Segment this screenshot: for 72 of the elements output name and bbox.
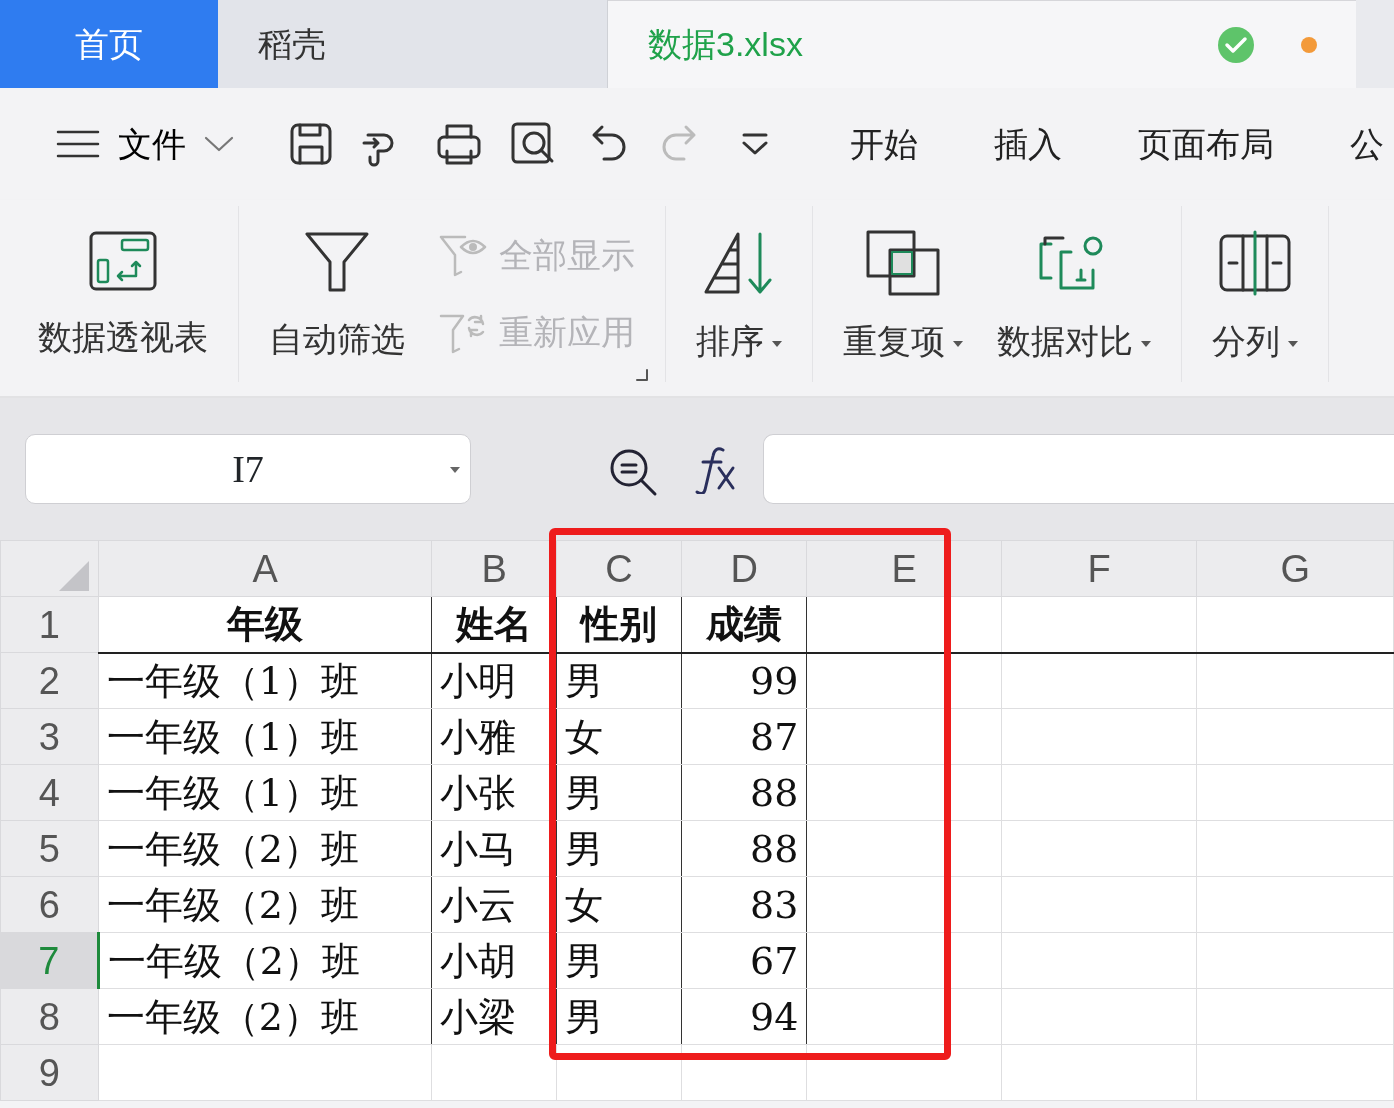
ribbon-button[interactable]: 数据对比 xyxy=(997,220,1151,382)
menu-tab[interactable]: 公 xyxy=(1312,118,1394,170)
table-cell: 94 xyxy=(681,988,807,1045)
menu-tab[interactable]: 页面布局 xyxy=(1100,118,1312,170)
table-cell: 男 xyxy=(556,932,682,989)
dialog-launcher-icon[interactable] xyxy=(635,368,649,382)
table-cell: 小云 xyxy=(431,876,557,933)
row-header[interactable]: 3 xyxy=(0,708,99,765)
row-header[interactable]: 4 xyxy=(0,764,99,821)
menu-tab[interactable]: 开始 xyxy=(812,118,956,170)
table-cell: 女 xyxy=(556,708,682,765)
split-columns-icon xyxy=(1219,230,1291,296)
column-header[interactable]: E xyxy=(806,540,1002,597)
column-header[interactable]: A xyxy=(98,540,432,597)
table-cell: 小梁 xyxy=(431,988,557,1045)
name-box[interactable]: I7 xyxy=(25,434,471,504)
table-cell: 男 xyxy=(556,764,682,821)
row-header[interactable]: 9 xyxy=(0,1044,99,1101)
row-header[interactable]: 1 xyxy=(0,596,99,653)
print-preview-icon[interactable] xyxy=(510,121,556,167)
ribbon-button[interactable]: 自动筛选 xyxy=(269,220,405,382)
table-cell: 88 xyxy=(681,820,807,877)
table-cell: 男 xyxy=(556,988,682,1045)
table-cell: 小马 xyxy=(431,820,557,877)
save-icon[interactable] xyxy=(288,121,334,167)
table-cell: 一年级（2）班 xyxy=(98,932,432,989)
table-cell: 一年级（2）班 xyxy=(98,876,432,933)
file-menu[interactable]: 文件 xyxy=(44,118,246,170)
table-cell: 87 xyxy=(681,708,807,765)
column-header[interactable]: B xyxy=(431,540,557,597)
ribbon-button[interactable]: 分列 xyxy=(1212,220,1298,382)
column-header[interactable]: F xyxy=(1001,540,1197,597)
row-header[interactable]: 5 xyxy=(0,820,99,877)
table-cell: 小雅 xyxy=(431,708,557,765)
column-header[interactable]: G xyxy=(1196,540,1394,597)
tab[interactable]: 稻壳 xyxy=(218,0,608,88)
row-header[interactable]: 8 xyxy=(0,988,99,1045)
ribbon-button[interactable]: 数据透视表 xyxy=(38,220,208,382)
column-header[interactable]: D xyxy=(681,540,807,597)
table-cell: 83 xyxy=(681,876,807,933)
ribbon-button[interactable]: 排序 xyxy=(696,220,782,382)
menu-icon xyxy=(56,129,100,159)
formula-input-field[interactable] xyxy=(763,434,1394,504)
row-header[interactable]: 2 xyxy=(0,652,99,709)
table-cell: 一年级（1）班 xyxy=(98,708,432,765)
ribbon-button[interactable]: 重复项 xyxy=(843,220,963,382)
column-header[interactable]: C xyxy=(556,540,682,597)
funnel-icon xyxy=(304,230,370,294)
table-cell: 一年级（1）班 xyxy=(98,764,432,821)
table-cell: 女 xyxy=(556,876,682,933)
table-cell: 成绩 xyxy=(681,596,807,653)
table-cell: 姓名 xyxy=(431,596,557,653)
table-cell: 一年级（1）班 xyxy=(98,652,432,709)
table-cell: 男 xyxy=(556,820,682,877)
sort-icon xyxy=(704,230,774,296)
table-cell: 年级 xyxy=(98,596,432,653)
table-cell: 小明 xyxy=(431,652,557,709)
row-header[interactable]: 6 xyxy=(0,876,99,933)
table-cell: 性别 xyxy=(556,596,682,653)
menu-tab[interactable]: 插入 xyxy=(956,118,1100,170)
tab[interactable]: 首页 xyxy=(0,0,218,88)
table-cell: 67 xyxy=(681,932,807,989)
table-cell: 99 xyxy=(681,652,807,709)
table-cell: 男 xyxy=(556,652,682,709)
overlapping-squares-icon xyxy=(866,230,940,296)
table-cell: 小胡 xyxy=(431,932,557,989)
chevron-down-icon xyxy=(204,135,234,153)
table-cell: 一年级（2）班 xyxy=(98,988,432,1045)
table-cell: 一年级（2）班 xyxy=(98,820,432,877)
pivot-table-icon xyxy=(88,230,158,292)
table-cell: 小张 xyxy=(431,764,557,821)
table-cell: 88 xyxy=(681,764,807,821)
